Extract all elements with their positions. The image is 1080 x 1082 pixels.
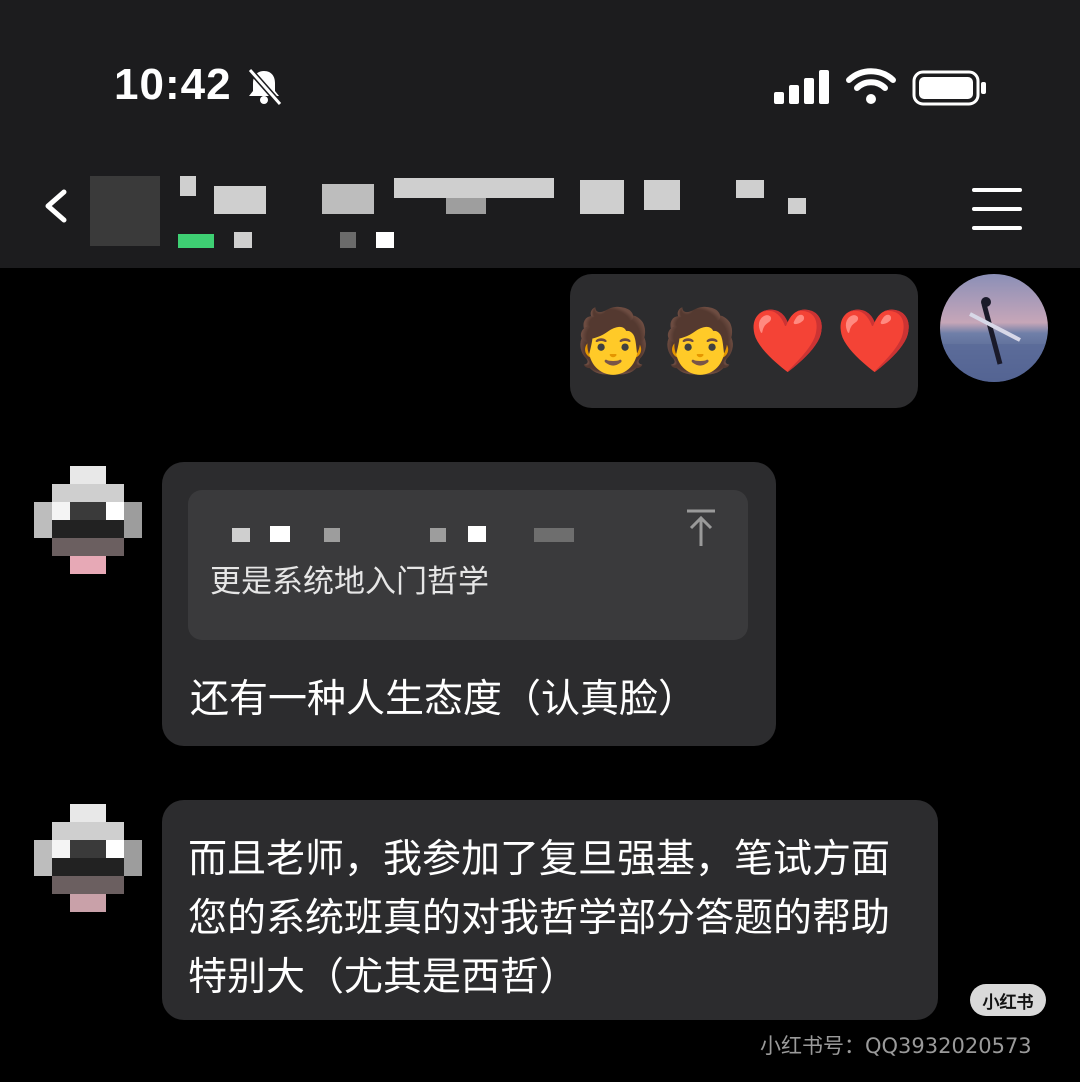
quote-jump-icon[interactable]: [684, 508, 718, 548]
person-emoji: 🧑: [661, 304, 739, 377]
heart-emoji: ❤️: [749, 304, 827, 377]
contact-avatar[interactable]: [34, 466, 142, 574]
heart-emoji: ❤️: [836, 304, 914, 377]
quoted-message[interactable]: 更是系统地入门哲学: [188, 490, 748, 640]
sent-emoji-bubble[interactable]: 🧑 🧑 ❤️ ❤️: [570, 274, 918, 408]
bell-slash-icon: [247, 68, 283, 106]
quote-text: 更是系统地入门哲学: [210, 564, 489, 600]
signal-icon: [774, 70, 829, 104]
reply-text: 还有一种人生态度（认真脸）: [190, 677, 698, 722]
contact-avatar[interactable]: [34, 804, 142, 912]
menu-icon[interactable]: [972, 188, 1022, 230]
my-avatar[interactable]: [940, 274, 1048, 382]
long-message-bubble[interactable]: 而且老师，我参加了复旦强基，笔试方面您的系统班真的对我哲学部分答题的帮助特别大（…: [162, 800, 938, 1020]
status-time: 10:42: [114, 60, 232, 109]
person-emoji: 🧑: [574, 304, 652, 377]
reply-message-bubble[interactable]: 更是系统地入门哲学 还有一种人生态度（认真脸）: [162, 462, 776, 746]
xiaohongshu-logo: 小红书: [970, 984, 1046, 1016]
back-icon[interactable]: [38, 186, 78, 226]
long-message-text: 而且老师，我参加了复旦强基，笔试方面您的系统班真的对我哲学部分答题的帮助特别大（…: [188, 837, 891, 1000]
watermark-id: 小红书号：QQ3932020573: [760, 1034, 1032, 1058]
battery-icon: [912, 70, 986, 106]
wifi-icon: [846, 68, 896, 104]
top-bar: 10:42: [0, 0, 1080, 268]
